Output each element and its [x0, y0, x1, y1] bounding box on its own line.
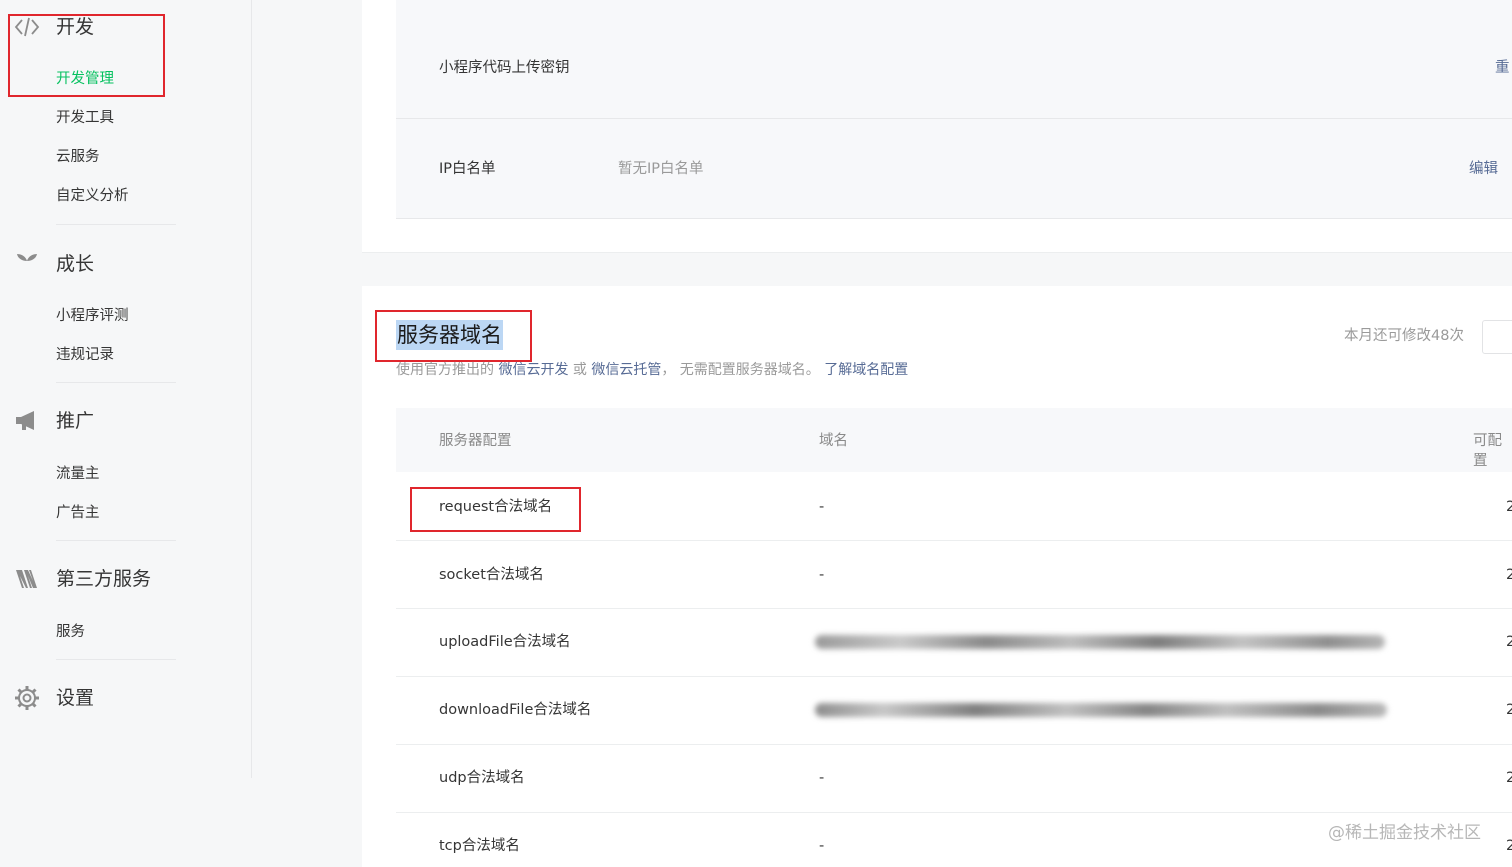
- sidebar-item-violation-records[interactable]: 违规记录: [56, 345, 114, 365]
- row-divider: [396, 218, 1512, 219]
- row-divider: [396, 744, 1512, 745]
- annotation-box: [375, 310, 532, 362]
- desc-or: 或: [572, 362, 587, 378]
- sidebar-item-custom-analysis[interactable]: 自定义分析: [56, 186, 129, 206]
- table-row-count: 2: [1506, 702, 1512, 718]
- reset-link[interactable]: 重: [1495, 58, 1510, 78]
- sidebar-item-cloud-service[interactable]: 云服务: [56, 147, 100, 167]
- sidebar-item-advertiser[interactable]: 广告主: [56, 503, 100, 523]
- table-row-name: tcp合法域名: [439, 838, 520, 854]
- column-header-count: 可配置: [1473, 433, 1502, 469]
- table-row-name: downloadFile合法域名: [439, 702, 592, 718]
- sidebar-divider-line: [56, 224, 176, 225]
- wechat-cloud-hosting-link[interactable]: 微信云托管: [591, 362, 661, 378]
- table-row-name: uploadFile合法域名: [439, 634, 571, 650]
- table-row-name: socket合法域名: [439, 567, 544, 583]
- sidebar-item-traffic-owner[interactable]: 流量主: [56, 464, 100, 484]
- annotation-box: [410, 487, 581, 532]
- row-divider: [396, 676, 1512, 677]
- quota-text: 本月还可修改48次: [1344, 328, 1464, 344]
- column-header-domain: 域名: [819, 433, 848, 449]
- top-settings-table: [396, 0, 1512, 219]
- section-title-growth: 成长: [56, 253, 95, 275]
- table-row-domain: -: [819, 770, 825, 786]
- ip-whitelist-label: IP白名单: [439, 161, 496, 177]
- table-row-domain: -: [819, 567, 825, 583]
- row-divider: [396, 812, 1512, 813]
- row-divider: [396, 118, 1512, 119]
- section-title-third-party: 第三方服务: [56, 568, 152, 590]
- sidebar-divider-line: [56, 540, 176, 541]
- table-row-count: 2: [1506, 634, 1512, 650]
- third-party-icon: [16, 570, 37, 588]
- row-divider: [396, 540, 1512, 541]
- section-title-settings[interactable]: 设置: [56, 685, 94, 711]
- wechat-cloud-dev-link[interactable]: 微信云开发: [498, 362, 568, 378]
- learn-domain-config-link[interactable]: 了解域名配置: [824, 362, 908, 378]
- main-gap: [252, 0, 362, 867]
- desc-middle: ， 无需配置服务器域名。: [661, 362, 820, 378]
- sidebar-divider-line: [56, 659, 176, 660]
- table-header: [396, 408, 1512, 472]
- table-row-count: 2: [1506, 838, 1512, 854]
- sidebar-item-services[interactable]: 服务: [56, 622, 85, 642]
- blurred-domain: [815, 635, 1385, 649]
- table-row-count: 2: [1506, 567, 1512, 583]
- sidebar-item-evaluation[interactable]: 小程序评测: [56, 306, 129, 326]
- server-domain-description: 使用官方推出的 微信云开发 或 微信云托管， 无需配置服务器域名。 了解域名配置: [396, 360, 908, 380]
- annotation-box: [8, 14, 165, 97]
- ip-whitelist-value: 暂无IP白名单: [618, 161, 704, 177]
- desc-prefix: 使用官方推出的: [396, 362, 494, 378]
- table-row-count: 2: [1506, 499, 1512, 515]
- section-title-promotion: 推广: [56, 410, 95, 432]
- upload-key-label: 小程序代码上传密钥: [439, 60, 570, 76]
- sidebar-item-dev-tools[interactable]: 开发工具: [56, 108, 114, 128]
- table-row-count: 2: [1506, 770, 1512, 786]
- sidebar-divider-line: [56, 382, 176, 383]
- column-header-config: 服务器配置: [439, 433, 512, 449]
- row-divider: [396, 608, 1512, 609]
- megaphone-icon: [16, 411, 34, 430]
- watermark: @稀土掘金技术社区: [1328, 823, 1481, 843]
- gear-icon: [15, 686, 39, 710]
- sprout-icon: [17, 254, 37, 273]
- table-row-name: udp合法域名: [439, 770, 525, 786]
- edit-link[interactable]: 编辑: [1469, 159, 1498, 179]
- modify-button[interactable]: [1482, 320, 1512, 354]
- table-row-domain: -: [819, 499, 825, 515]
- blurred-domain: [815, 703, 1387, 717]
- table-row-domain: -: [819, 838, 825, 854]
